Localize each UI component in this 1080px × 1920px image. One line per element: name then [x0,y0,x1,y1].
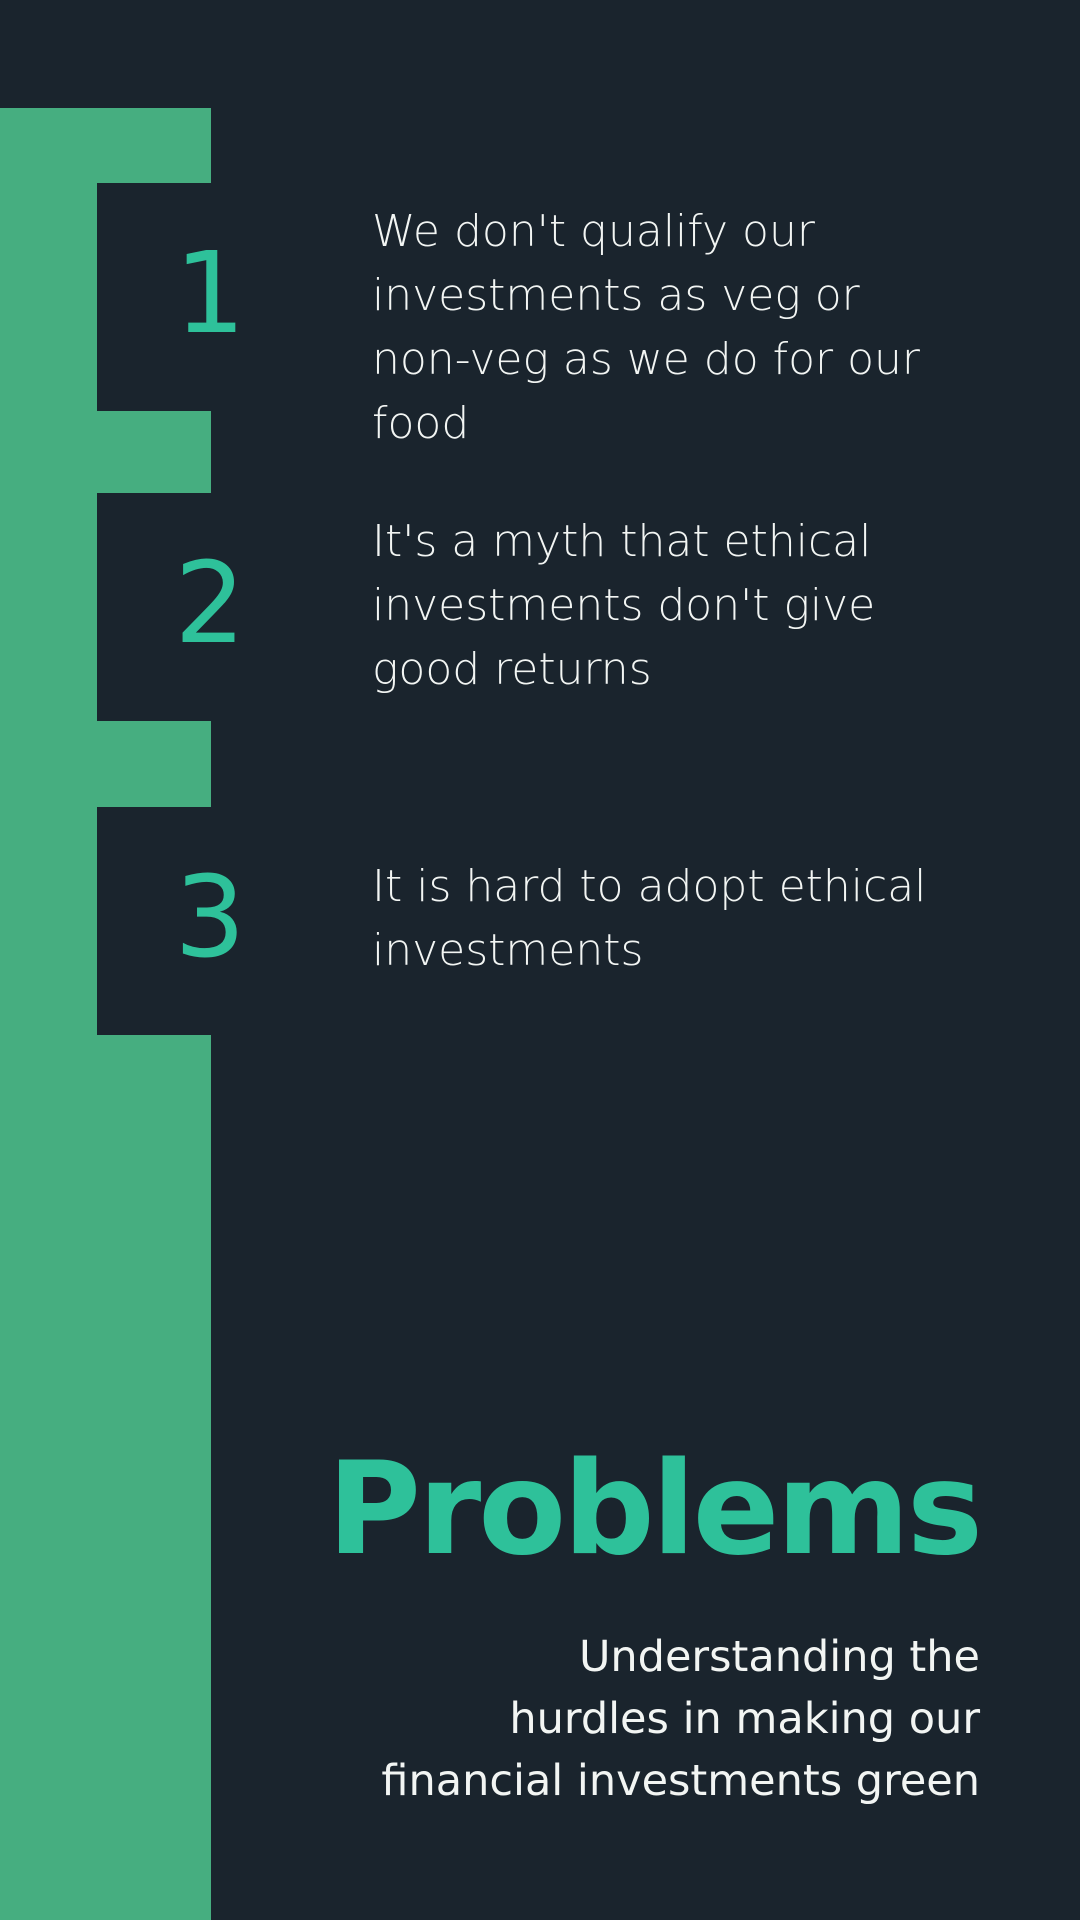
step-3-text: It is hard to adopt ethical investments [372,861,927,976]
subtitle-line-1: Understanding the [578,1632,980,1682]
subtitle-line-3: financial investments green [381,1756,980,1806]
page-title: Problems [327,1435,983,1584]
step-2-text: It's a myth that ethical investments don… [372,516,876,695]
page-subtitle: Understanding the hurdles in making our … [380,1626,980,1812]
step-3-number: 3 [174,853,246,983]
subtitle-line-2: hurdles in making our [509,1694,980,1744]
step-1-text: We don't qualify our investments as veg … [372,206,921,449]
step-1-number: 1 [174,229,246,359]
step-2-number: 2 [174,539,246,669]
